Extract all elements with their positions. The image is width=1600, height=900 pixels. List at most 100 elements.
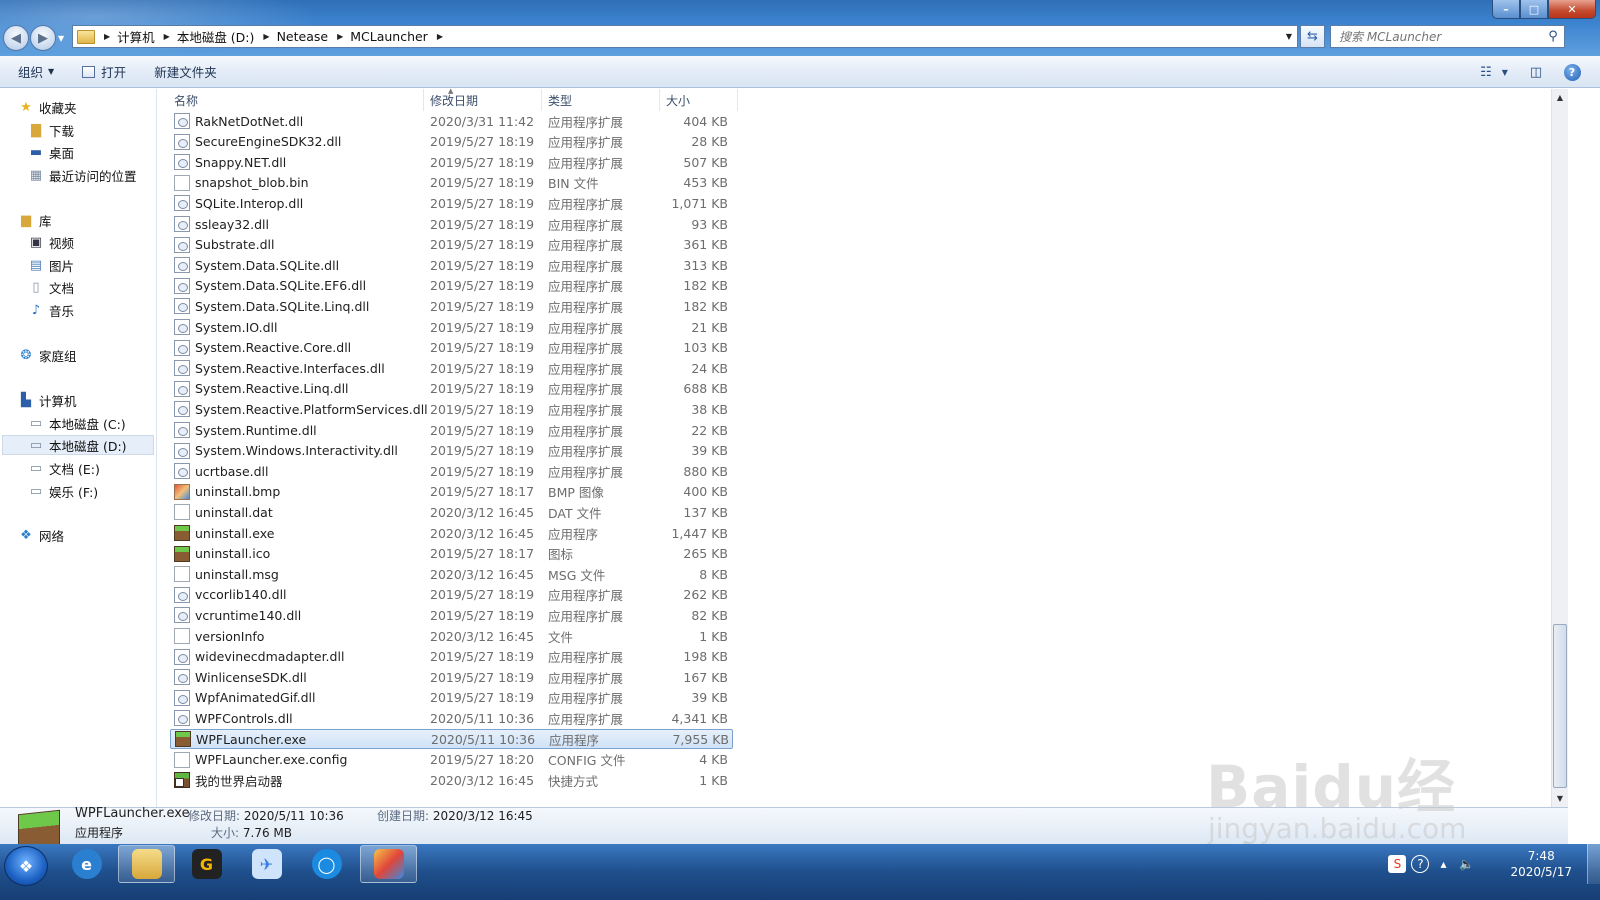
nav-documents[interactable]: ▯ 文档 [28, 277, 74, 297]
file-row[interactable]: Snappy.NET.dll 2019/5/27 18:19 应用程序扩展 507 K… [170, 152, 733, 172]
file-row[interactable]: SecureEngineSDK32.dll 2019/5/27 18:19 应用程序… [170, 132, 733, 152]
nav-drive-e[interactable]: ▭ 文档 (E:) [28, 458, 100, 478]
nav-libraries[interactable]: ▆ 库 [18, 210, 52, 230]
file-row[interactable]: versionInfo 2020/3/12 16:45 文件 1 KB [170, 626, 733, 646]
nav-homegroup[interactable]: ❂ 家庭组 [18, 345, 77, 365]
search-input[interactable] [1339, 29, 1542, 44]
clock[interactable]: 7:48 2020/5/17 [1510, 848, 1572, 880]
file-row[interactable]: System.Data.SQLite.dll 2019/5/27 18:19 应用程… [170, 255, 733, 275]
change-view-button[interactable]: ☷ ▼ [1480, 61, 1508, 83]
taskbar-paint[interactable] [360, 845, 417, 883]
nav-videos[interactable]: ▣ 视频 [28, 232, 74, 252]
taskbar-app-bird[interactable]: ✈ [238, 845, 295, 883]
file-type: 应用程序扩展 [548, 650, 624, 666]
show-desktop-button[interactable] [1587, 844, 1600, 884]
sogou-input-icon[interactable]: S [1388, 855, 1407, 873]
breadcrumb-computer[interactable]: 计算机 ▶ [117, 27, 177, 46]
file-row[interactable]: vccorlib140.dll 2019/5/27 18:19 应用程序扩展 262 … [170, 585, 733, 605]
column-header-type[interactable]: 类型 [542, 89, 660, 111]
file-row[interactable]: uninstall.ico 2019/5/27 18:17 图标 265 KB [170, 544, 733, 564]
help-tray-icon[interactable]: ? [1411, 855, 1430, 873]
nav-music[interactable]: ♪ 音乐 [28, 300, 74, 320]
file-row[interactable]: WPFLauncher.exe.config 2019/5/27 18:20 CON… [170, 750, 733, 770]
scroll-down-icon[interactable]: ▼ [1552, 790, 1568, 807]
nav-drive-f[interactable]: ▭ 娱乐 (F:) [28, 481, 98, 501]
column-header-date[interactable]: 修改日期 [424, 89, 542, 111]
file-size: 400 KB [683, 484, 728, 500]
chevron-right-icon[interactable]: ▶ [263, 32, 269, 41]
start-button[interactable]: ❖ [4, 846, 48, 886]
nav-favorites[interactable]: ★ 收藏夹 [18, 97, 76, 117]
file-row[interactable]: SQLite.Interop.dll 2019/5/27 18:19 应用程序扩展 1… [170, 193, 733, 213]
address-bar[interactable]: ▶ 计算机 ▶ 本地磁盘 (D:) ▶ Netease ▶ MCLauncher ▶ ▼ [72, 25, 1298, 48]
file-row[interactable]: Substrate.dll 2019/5/27 18:19 应用程序扩展 361 KB [170, 235, 733, 255]
forward-button[interactable]: ▶ [30, 25, 56, 51]
file-row[interactable]: System.Reactive.PlatformServices.dll 2019… [170, 399, 733, 419]
taskbar-explorer[interactable] [118, 845, 175, 883]
vertical-scrollbar[interactable]: ▲ ▼ [1551, 89, 1568, 807]
file-row[interactable]: System.Data.SQLite.Linq.dll 2019/5/27 18:… [170, 296, 733, 316]
nav-drive-c[interactable]: ▭ 本地磁盘 (C:) [28, 413, 126, 433]
open-button[interactable]: 打开 [72, 61, 136, 83]
chevron-right-icon[interactable]: ▶ [437, 32, 443, 41]
preview-pane-button[interactable]: ◫ [1524, 61, 1548, 83]
maximize-button[interactable]: □ [1520, 0, 1548, 19]
file-row[interactable]: ssleay32.dll 2019/5/27 18:19 应用程序扩展 93 KB [170, 214, 733, 234]
nav-computer[interactable]: ▙ 计算机 [18, 390, 77, 410]
breadcrumb-drive-d[interactable]: 本地磁盘 (D:) ▶ [177, 27, 277, 46]
recent-pages-dropdown-icon[interactable]: ▼ [58, 34, 64, 43]
file-row[interactable]: System.Reactive.Core.dll 2019/5/27 18:19 应… [170, 338, 733, 358]
chevron-right-icon[interactable]: ▶ [164, 32, 170, 41]
file-row[interactable]: WPFControls.dll 2020/5/11 10:36 应用程序扩展 4,34… [170, 708, 733, 728]
file-row[interactable]: System.Data.SQLite.EF6.dll 2019/5/27 18:1… [170, 276, 733, 296]
refresh-button[interactable]: ⇆ [1300, 25, 1325, 48]
file-row[interactable]: 我的世界启动器 2020/3/12 16:45 快捷方式 1 KB [170, 770, 733, 790]
file-date: 2019/5/27 18:19 [430, 607, 535, 623]
scroll-up-icon[interactable]: ▲ [1552, 89, 1568, 106]
breadcrumb-mclauncher[interactable]: MCLauncher ▶ [350, 29, 450, 44]
file-row[interactable]: WPFLauncher.exe 2020/5/11 10:36 应用程序 7,955 … [170, 729, 733, 749]
file-row[interactable]: vcruntime140.dll 2019/5/27 18:19 应用程序扩展 82 … [170, 605, 733, 625]
file-row[interactable]: uninstall.msg 2020/3/12 16:45 MSG 文件 8 KB [170, 564, 733, 584]
nav-desktop[interactable]: ▬ 桌面 [28, 142, 74, 162]
file-row[interactable]: System.Reactive.Linq.dll 2019/5/27 18:19 应… [170, 379, 733, 399]
taskbar-ie[interactable]: e [58, 845, 115, 883]
column-header-size[interactable]: 大小 [660, 89, 738, 111]
taskbar-app-g[interactable]: G [178, 845, 235, 883]
column-header-name[interactable]: 名称 [168, 89, 424, 111]
file-row[interactable]: System.Reactive.Interfaces.dll 2019/5/27 … [170, 358, 733, 378]
nav-recent[interactable]: ▦ 最近访问的位置 [28, 165, 137, 185]
file-row[interactable]: widevinecdmadapter.dll 2019/5/27 18:19 应用程… [170, 647, 733, 667]
file-row[interactable]: uninstall.exe 2020/3/12 16:45 应用程序 1,447 KB [170, 523, 733, 543]
back-button[interactable]: ◀ [3, 25, 29, 51]
file-row[interactable]: System.IO.dll 2019/5/27 18:19 应用程序扩展 21 KB [170, 317, 733, 337]
file-row[interactable]: uninstall.dat 2020/3/12 16:45 DAT 文件 137 KB [170, 502, 733, 522]
chevron-right-icon[interactable]: ▶ [104, 32, 110, 41]
file-row[interactable]: System.Windows.Interactivity.dll 2019/5/2… [170, 441, 733, 461]
search-box[interactable]: ⚲ [1330, 25, 1565, 48]
file-row[interactable]: RakNetDotNet.dll 2020/3/31 11:42 应用程序扩展 404… [170, 111, 733, 131]
show-hidden-icons-icon[interactable]: ▴ [1434, 855, 1452, 873]
nav-network[interactable]: ❖ 网络 [18, 525, 64, 545]
close-button[interactable]: ✕ [1548, 0, 1596, 19]
file-row[interactable]: System.Runtime.dll 2019/5/27 18:19 应用程序扩展 2… [170, 420, 733, 440]
taskbar-app-browser[interactable]: ◯ [298, 845, 355, 883]
address-dropdown-icon[interactable]: ▼ [1281, 32, 1297, 41]
help-button[interactable]: ? [1560, 61, 1584, 83]
volume-icon[interactable]: 🔈 [1457, 855, 1475, 873]
minimize-button[interactable]: – [1492, 0, 1520, 19]
breadcrumb-netease[interactable]: Netease ▶ [277, 29, 351, 44]
search-icon[interactable]: ⚲ [1542, 29, 1564, 44]
organize-button[interactable]: 组织 ▼ [8, 61, 64, 83]
file-row[interactable]: WinlicenseSDK.dll 2019/5/27 18:19 应用程序扩展 16… [170, 667, 733, 687]
new-folder-button[interactable]: 新建文件夹 [144, 61, 227, 83]
file-row[interactable]: ucrtbase.dll 2019/5/27 18:19 应用程序扩展 880 KB [170, 461, 733, 481]
chevron-right-icon[interactable]: ▶ [337, 32, 343, 41]
nav-pictures[interactable]: ▤ 图片 [28, 255, 74, 275]
nav-downloads[interactable]: ▇ 下载 [28, 120, 74, 140]
scrollbar-thumb[interactable] [1553, 624, 1567, 788]
nav-drive-d[interactable]: ▭ 本地磁盘 (D:) [2, 435, 154, 455]
file-row[interactable]: uninstall.bmp 2019/5/27 18:17 BMP 图像 400 KB [170, 482, 733, 502]
file-row[interactable]: snapshot_blob.bin 2019/5/27 18:19 BIN 文件 45… [170, 173, 733, 193]
file-row[interactable]: WpfAnimatedGif.dll 2019/5/27 18:19 应用程序扩展 3… [170, 688, 733, 708]
